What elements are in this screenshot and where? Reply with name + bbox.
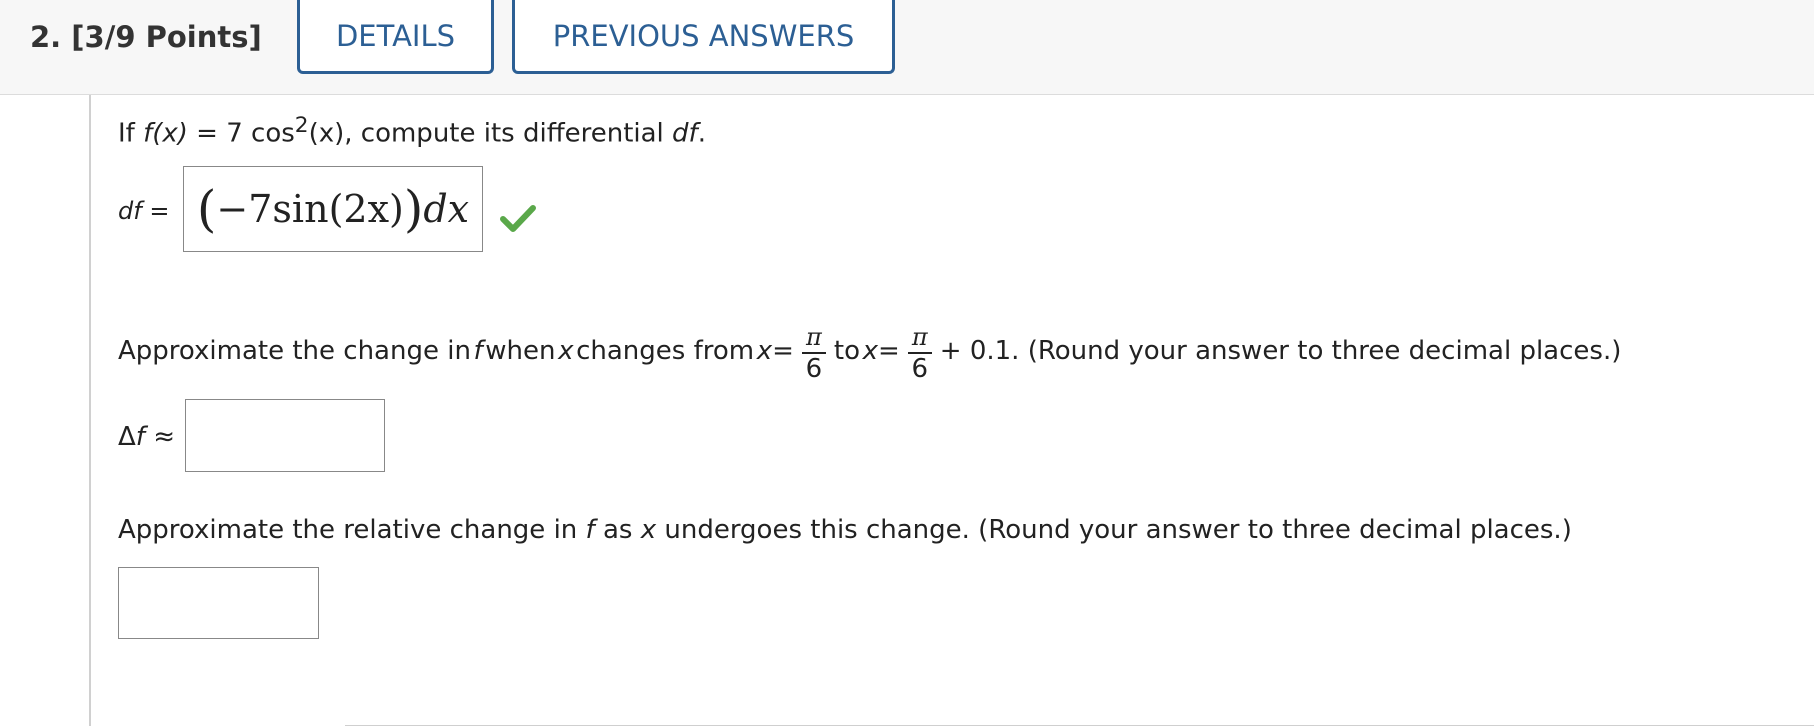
denominator: 6 [805, 354, 823, 384]
df-answer-field[interactable]: (−7 sin (2x)) dx [183, 166, 483, 252]
prompt-text: (x), compute its differential [308, 118, 673, 149]
x-symbol: x [640, 515, 657, 545]
delta-f-input[interactable] [185, 399, 385, 472]
denominator: 6 [911, 354, 929, 384]
prompt-text: If [118, 118, 144, 149]
details-button[interactable]: DETAILS [297, 0, 494, 74]
approx-symbol: ≈ [144, 422, 176, 452]
check-mark-icon [500, 205, 536, 232]
close-paren: ) [403, 180, 424, 238]
prompt-text: when [485, 336, 556, 366]
x-symbol: x [756, 336, 773, 366]
f-symbol: f [585, 515, 595, 545]
relative-change-input[interactable] [118, 567, 319, 639]
dx-symbol: dx [423, 187, 470, 231]
prompt-text: + 0.1. (Round your answer to three decim… [939, 336, 1622, 366]
f-symbol: f [135, 422, 145, 452]
exponent: 2 [294, 113, 309, 138]
x-symbol: x [558, 336, 574, 366]
left-divider [89, 95, 91, 726]
differential-symbol: df [672, 118, 698, 149]
question-title: 2. [3/9 Points] [30, 20, 262, 54]
part1-prompt: If f(x) = 7 cos2(x), compute its differe… [118, 113, 706, 149]
prompt-text: = 7 cos [187, 118, 295, 149]
open-paren: ( [196, 180, 217, 238]
prompt-text: changes from [576, 336, 755, 366]
sin-argument: (2x) [328, 187, 404, 231]
prompt-text: Approximate the relative change in [118, 515, 586, 545]
equals-sign: = [877, 336, 900, 366]
prompt-text: undergoes this change. (Round your answe… [656, 515, 1572, 545]
pi-over-six-fraction: π 6 [801, 322, 826, 384]
x-symbol: x [862, 336, 878, 366]
pi-symbol: π [805, 323, 822, 351]
previous-answers-button[interactable]: PREVIOUS ANSWERS [512, 0, 895, 74]
prompt-text: Approximate the change in [118, 336, 471, 366]
function-name: f(x) [143, 118, 188, 149]
part2-prompt: Approximate the change in f when x chang… [118, 320, 1622, 384]
delta-symbol: Δ [118, 422, 136, 452]
delta-f-label: Δf ≈ [118, 422, 175, 452]
question-header: 2. [3/9 Points] DETAILS PREVIOUS ANSWERS [0, 0, 1814, 95]
pi-over-six-fraction: π 6 [907, 322, 932, 384]
pi-symbol: π [911, 323, 928, 351]
prompt-text: as [594, 515, 641, 545]
f-symbol: f [473, 336, 483, 366]
coefficient: −7 [216, 187, 273, 231]
df-label: df = [118, 197, 170, 225]
sin-function: sin [272, 187, 329, 231]
prompt-text: to [833, 336, 860, 366]
equals-sign: = [772, 336, 794, 366]
prompt-text: . [697, 118, 706, 149]
part3-prompt: Approximate the relative change in f as … [118, 515, 1572, 545]
